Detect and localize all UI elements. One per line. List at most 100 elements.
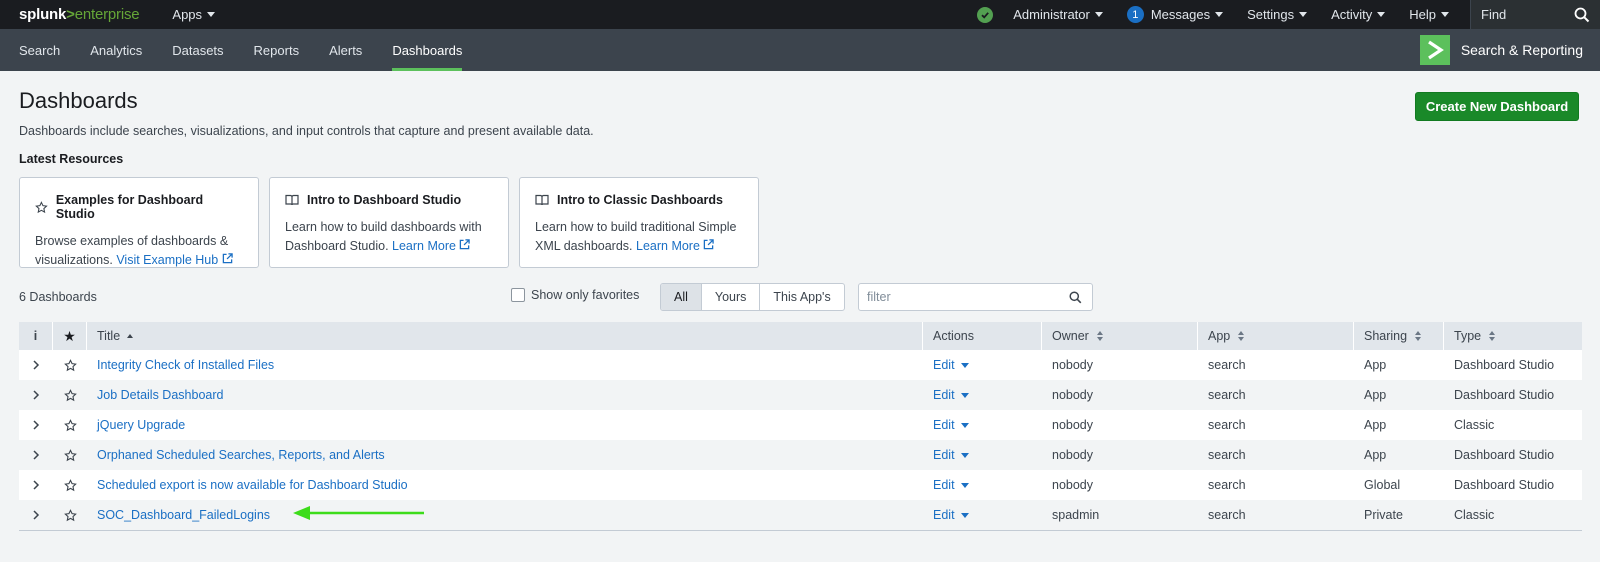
create-new-dashboard-button[interactable]: Create New Dashboard	[1415, 92, 1579, 121]
nav-datasets[interactable]: Datasets	[157, 29, 238, 71]
filter-input[interactable]	[867, 290, 1047, 304]
header-app[interactable]: App	[1198, 322, 1354, 350]
edit-menu[interactable]: Edit	[933, 478, 969, 492]
favorite-star-icon[interactable]	[53, 500, 87, 530]
app-name: Search & Reporting	[1460, 42, 1583, 58]
expand-row-icon[interactable]	[19, 350, 53, 380]
messages-count-badge: 1	[1126, 6, 1144, 23]
book-icon	[535, 194, 549, 206]
nav-alerts[interactable]: Alerts	[314, 29, 377, 71]
header-owner[interactable]: Owner	[1042, 322, 1198, 350]
find-input[interactable]: Find	[1470, 0, 1600, 29]
latest-resources-label: Latest Resources	[19, 152, 124, 166]
link-label: Learn More	[392, 239, 456, 253]
apps-menu-label: Apps	[172, 7, 203, 22]
type-cell: Dashboard Studio	[1454, 448, 1555, 462]
dashboard-title-link[interactable]: Scheduled export is now available for Da…	[97, 478, 408, 492]
favorite-star-icon[interactable]	[53, 380, 87, 410]
type-cell: Dashboard Studio	[1454, 478, 1555, 492]
edit-menu[interactable]: Edit	[933, 358, 969, 372]
header-type-label: Type	[1454, 329, 1482, 343]
expand-row-icon[interactable]	[19, 500, 53, 530]
nav-reports[interactable]: Reports	[239, 29, 315, 71]
settings-menu[interactable]: Settings	[1247, 7, 1308, 22]
dashboard-title-link[interactable]: Job Details Dashboard	[97, 388, 223, 402]
expand-row-icon[interactable]	[19, 470, 53, 500]
favorite-star-icon[interactable]	[53, 440, 87, 470]
edit-label: Edit	[933, 508, 955, 522]
edit-label: Edit	[933, 478, 955, 492]
owner-cell: nobody	[1052, 358, 1094, 372]
help-menu[interactable]: Help	[1409, 7, 1449, 22]
favorite-star-icon[interactable]	[53, 470, 87, 500]
owner-cell: nobody	[1052, 388, 1094, 402]
messages-menu-label: Messages	[1150, 7, 1211, 22]
dashboard-title-link[interactable]: jQuery Upgrade	[97, 418, 185, 432]
app-cell: search	[1208, 388, 1246, 402]
edit-menu[interactable]: Edit	[933, 508, 969, 522]
edit-menu[interactable]: Edit	[933, 448, 969, 462]
sharing-cell: App	[1364, 388, 1387, 402]
edit-menu[interactable]: Edit	[933, 418, 969, 432]
sort-icon	[1415, 331, 1422, 341]
help-menu-label: Help	[1409, 7, 1436, 22]
table-divider	[19, 530, 1582, 531]
caret-down-icon	[207, 12, 216, 17]
header-title[interactable]: Title	[87, 322, 923, 350]
nav-search[interactable]: Search	[0, 29, 75, 71]
learn-more-studio-link[interactable]: Learn More	[392, 239, 471, 253]
header-sharing[interactable]: Sharing	[1354, 322, 1444, 350]
resource-card-examples: Examples for Dashboard Studio Browse exa…	[19, 177, 259, 268]
messages-menu[interactable]: 1 Messages	[1126, 6, 1224, 23]
edit-menu[interactable]: Edit	[933, 388, 969, 402]
header-type[interactable]: Type	[1444, 322, 1582, 350]
dashboard-title-link[interactable]: Orphaned Scheduled Searches, Reports, an…	[97, 448, 385, 462]
caret-down-icon	[960, 422, 969, 428]
caret-down-icon	[960, 452, 969, 458]
nav-dashboards[interactable]: Dashboards	[377, 29, 477, 71]
filter-this-app-button[interactable]: This App's	[759, 284, 843, 310]
external-link-icon	[460, 239, 471, 250]
filter-box	[858, 283, 1093, 311]
search-icon[interactable]	[1574, 7, 1590, 23]
table-row: Scheduled export is now available for Da…	[19, 470, 1582, 500]
filter-yours-button[interactable]: Yours	[700, 284, 760, 310]
activity-menu[interactable]: Activity	[1331, 7, 1386, 22]
splunk-logo[interactable]: splunk>enterprise	[19, 6, 140, 23]
health-status-icon[interactable]	[977, 6, 994, 23]
header-info: i	[19, 322, 53, 350]
expand-row-icon[interactable]	[19, 440, 53, 470]
edit-label: Edit	[933, 418, 955, 432]
app-nav-bar: Search Analytics Datasets Reports Alerts…	[0, 29, 1600, 71]
star-filled-icon: ★	[63, 327, 76, 344]
learn-more-classic-link[interactable]: Learn More	[636, 239, 715, 253]
app-brand[interactable]: Search & Reporting	[1419, 35, 1583, 65]
show-favorites-toggle[interactable]: Show only favorites	[511, 288, 639, 302]
dashboard-title-link[interactable]: Integrity Check of Installed Files	[97, 358, 274, 372]
annotation-arrow-icon	[293, 506, 424, 520]
card-title: Examples for Dashboard Studio	[55, 193, 204, 221]
user-menu[interactable]: Administrator	[1013, 7, 1103, 22]
header-owner-label: Owner	[1052, 329, 1089, 343]
caret-down-icon	[960, 482, 969, 488]
favorites-checkbox[interactable]	[511, 288, 525, 302]
header-favorite: ★	[53, 322, 87, 350]
star-outline-icon	[35, 200, 48, 213]
find-input-label: Find	[1481, 7, 1507, 22]
caret-down-icon	[1215, 12, 1224, 17]
favorite-star-icon[interactable]	[53, 410, 87, 440]
visit-example-hub-link[interactable]: Visit Example Hub	[116, 253, 233, 267]
owner-cell: nobody	[1052, 448, 1094, 462]
filter-all-button[interactable]: All	[661, 284, 701, 310]
table-header: i ★ Title Actions Owner App Sharing Type	[19, 322, 1582, 350]
apps-menu[interactable]: Apps	[172, 7, 216, 22]
dashboard-title-link[interactable]: SOC_Dashboard_FailedLogins	[97, 508, 270, 522]
type-cell: Classic	[1454, 508, 1495, 522]
book-icon	[285, 194, 299, 206]
owner-cell: nobody	[1052, 418, 1094, 432]
favorite-star-icon[interactable]	[53, 350, 87, 380]
expand-row-icon[interactable]	[19, 380, 53, 410]
external-link-icon	[222, 253, 233, 264]
nav-analytics[interactable]: Analytics	[75, 29, 157, 71]
expand-row-icon[interactable]	[19, 410, 53, 440]
